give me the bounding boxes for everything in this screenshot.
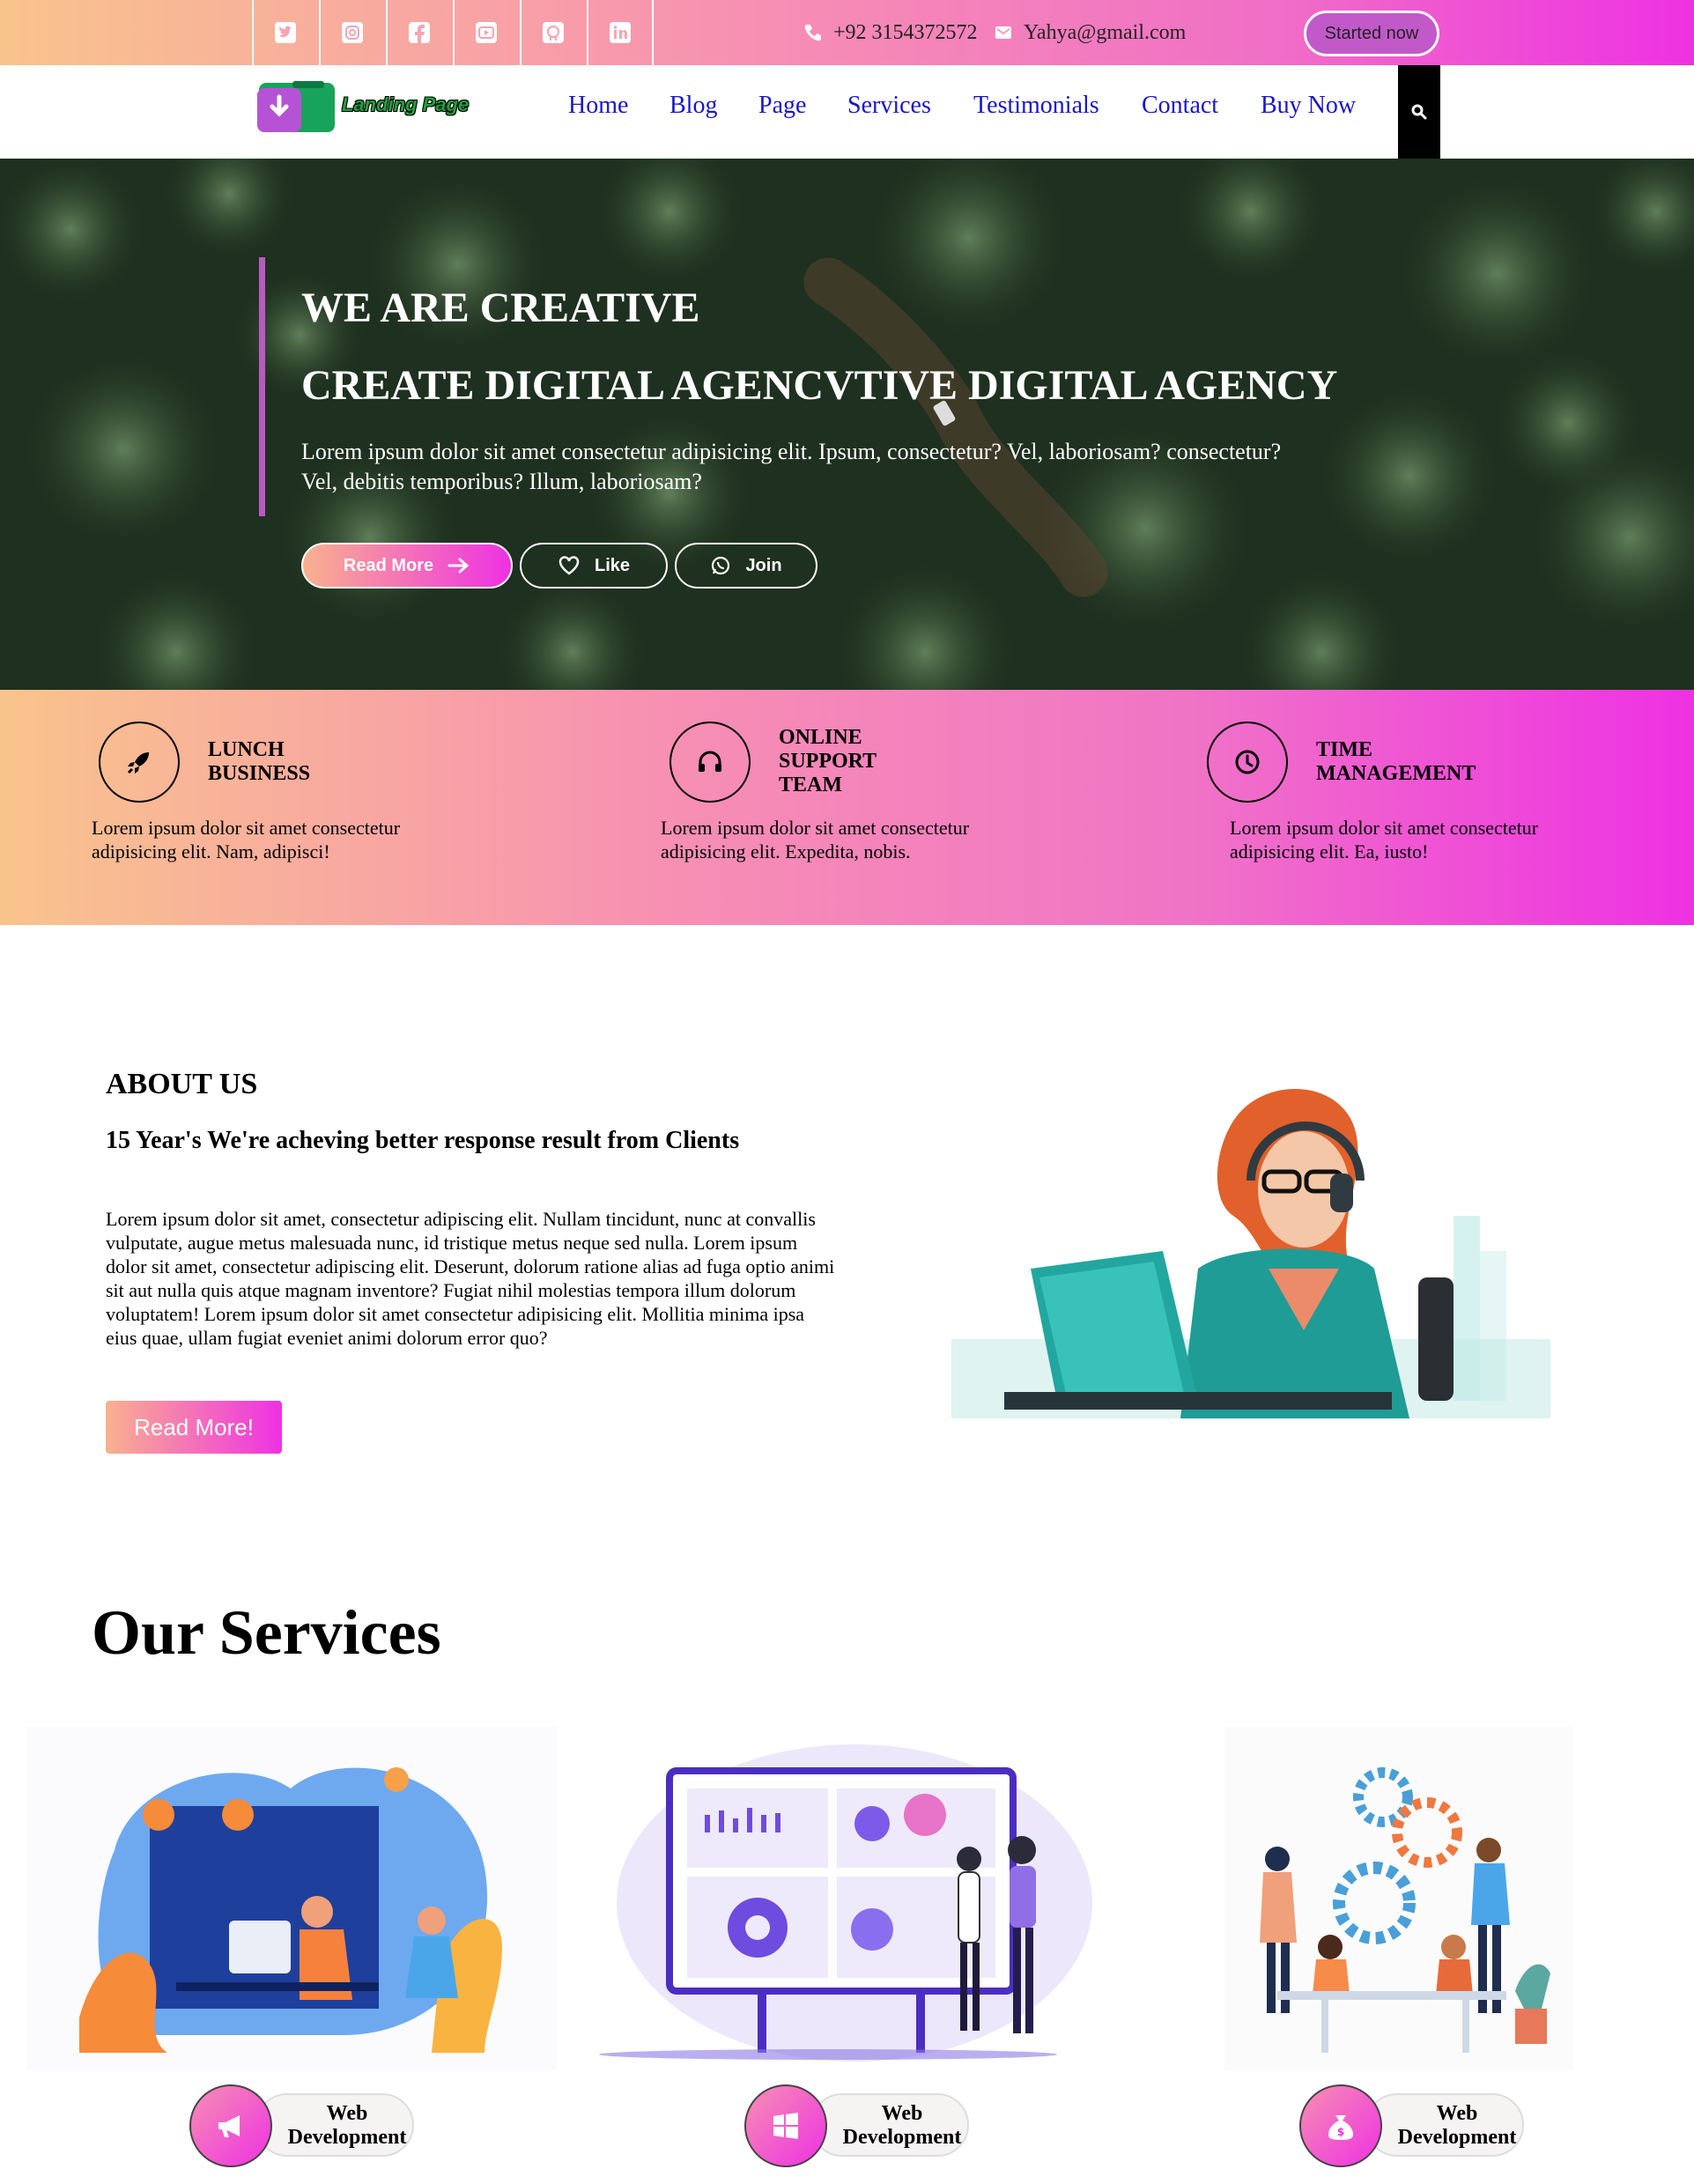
contact-phone[interactable]: +92 3154372572 — [803, 19, 978, 46]
hero-like-button[interactable]: Like — [520, 543, 668, 589]
feature-title-line: BUSINESS — [208, 762, 311, 785]
github-icon — [543, 22, 564, 43]
feature-text-time: Lorem ipsum dolor sit amet consectetur a… — [1230, 817, 1539, 862]
svg-text:$: $ — [1337, 2126, 1344, 2138]
megaphone-icon — [218, 2115, 240, 2137]
hero-description: Lorem ipsum dolor sit amet consectetur a… — [301, 439, 1282, 494]
service-label-line: Web — [326, 2102, 368, 2125]
hero-join-button[interactable]: Join — [675, 543, 817, 589]
service-badge[interactable] — [744, 2084, 827, 2167]
logo-text[interactable]: Landing Page — [342, 93, 469, 116]
feature-title-line: ONLINE — [779, 726, 862, 749]
facebook-link[interactable] — [386, 0, 451, 65]
money-bag-icon: $ — [1328, 2115, 1353, 2140]
feature-icon-circle — [99, 722, 180, 803]
email-icon — [995, 26, 1011, 39]
rocket-icon — [127, 752, 149, 774]
youtube-link[interactable] — [453, 0, 518, 65]
service-badge[interactable]: $ — [1299, 2084, 1382, 2167]
feature-title-line: TIME — [1316, 738, 1373, 761]
nav-buy-now[interactable]: Buy Now — [1261, 92, 1356, 120]
service-label-line: Development — [842, 2126, 962, 2149]
contact-email[interactable]: Yahya@gmail.com — [994, 19, 1186, 46]
headphones-icon — [699, 751, 721, 772]
service-label[interactable]: Web Development — [1365, 2093, 1524, 2157]
email-address: Yahya@gmail.com — [1024, 20, 1187, 44]
phone-icon — [804, 25, 821, 41]
nav-blog[interactable]: Blog — [669, 92, 717, 120]
hero-title-2: CREATE DIGITAL AGENCVTIVE DIGITAL AGENCY — [301, 362, 1338, 409]
github-link[interactable] — [520, 0, 585, 65]
service-label-line: Web — [881, 2102, 923, 2125]
hero-read-more-button[interactable]: Read More — [301, 543, 513, 589]
feature-icon-circle — [669, 722, 751, 803]
service-illustration-gears — [1224, 1727, 1573, 2070]
service-label-line: Development — [287, 2126, 407, 2149]
feature-text-lunch: Lorem ipsum dolor sit amet consectetur a… — [92, 817, 401, 862]
nav-contact[interactable]: Contact — [1142, 92, 1218, 120]
service-label[interactable]: Web Development — [255, 2093, 414, 2157]
feature-text-support: Lorem ipsum dolor sit amet consectetur a… — [661, 817, 970, 862]
clock-icon — [1235, 750, 1260, 774]
about-subheading: 15 Year's We're acheving better response… — [106, 1127, 740, 1154]
nav-home[interactable]: Home — [568, 92, 628, 120]
feature-title-support: ONLINE SUPPORT TEAM — [779, 726, 877, 797]
arrow-right-icon — [448, 558, 470, 574]
support-agent-illustration — [951, 1089, 1550, 1418]
youtube-icon — [476, 22, 497, 43]
about-heading: ABOUT US — [106, 1068, 258, 1100]
search-icon — [1411, 104, 1427, 120]
service-label-line: Development — [1397, 2126, 1517, 2149]
phone-number: +92 3154372572 — [833, 20, 978, 44]
hero-banner — [0, 159, 1694, 690]
service-label[interactable]: Web Development — [810, 2093, 969, 2157]
about-read-more-button[interactable]: Read More! — [106, 1401, 282, 1454]
whatsapp-icon — [712, 556, 730, 575]
service-illustration-dashboard — [581, 1727, 1110, 2070]
twitter-icon — [275, 22, 296, 43]
feature-title-lunch: LUNCH BUSINESS — [208, 738, 310, 786]
nav-services[interactable]: Services — [847, 92, 931, 120]
linkedin-icon — [610, 22, 631, 43]
instagram-link[interactable] — [319, 0, 384, 65]
feature-title-line: TEAM — [779, 774, 842, 796]
about-text: Lorem ipsum dolor sit amet, consectetur … — [106, 1208, 835, 1349]
started-now-button[interactable]: Started now — [1304, 11, 1439, 56]
feature-title-line: SUPPORT — [779, 750, 877, 773]
instagram-icon — [342, 22, 363, 43]
search-button[interactable] — [1398, 65, 1440, 159]
feature-title-time: TIME MANAGEMENT — [1316, 738, 1476, 786]
hero-accent-bar — [259, 257, 265, 516]
windows-icon — [773, 2113, 798, 2139]
heart-icon — [559, 556, 580, 575]
feature-title-line: LUNCH — [208, 738, 285, 761]
facebook-icon — [409, 22, 430, 43]
forest-background-image — [0, 159, 1694, 690]
join-label: Join — [745, 555, 782, 575]
service-label-line: Web — [1436, 2102, 1478, 2125]
hero-title-1: WE ARE CREATIVE — [301, 285, 700, 331]
service-badge[interactable] — [189, 2084, 272, 2167]
feature-icon-circle — [1207, 722, 1288, 803]
nav-page[interactable]: Page — [758, 92, 806, 120]
feature-title-line: MANAGEMENT — [1316, 762, 1476, 785]
read-more-label: Read More — [343, 555, 434, 575]
linkedin-link[interactable] — [587, 0, 654, 65]
twitter-link[interactable] — [252, 0, 317, 65]
service-illustration-teamwork — [26, 1727, 557, 2070]
nav-testimonials[interactable]: Testimonials — [973, 92, 1099, 120]
like-label: Like — [594, 555, 631, 575]
services-heading: Our Services — [92, 1597, 441, 1668]
